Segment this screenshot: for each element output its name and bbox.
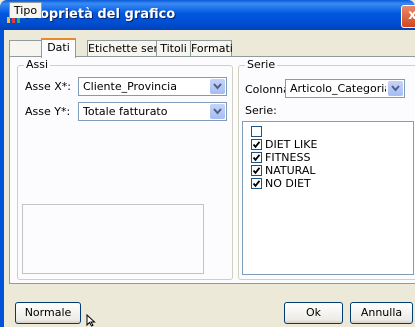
close-button[interactable]: x [401, 5, 415, 28]
serie-list[interactable]: DIET LIKE FITNESS NATURAL NO DIET [242, 121, 414, 275]
mouse-pointer-icon [86, 314, 96, 327]
chevron-down-icon[interactable] [388, 81, 403, 96]
checkbox-checked[interactable] [251, 178, 262, 189]
chevron-down-icon[interactable] [210, 104, 225, 119]
preview-box [22, 204, 204, 274]
title-bar[interactable]: Proprietà del grafico x [0, 0, 415, 30]
tab-tipo-face [9, 40, 42, 56]
assi-legend: Assi [24, 58, 51, 71]
annulla-button[interactable]: Annulla [350, 302, 413, 324]
asse-y-select[interactable]: Totale fatturato [78, 102, 227, 121]
window-title: Proprietà del grafico [24, 7, 176, 22]
chart-properties-dialog: Proprietà del grafico x Tipo Dati Etiche… [0, 0, 415, 327]
checkbox-checked[interactable] [251, 152, 262, 163]
asse-x-value: Cliente_Provincia [83, 80, 177, 93]
colonna-value: Articolo_Categoria statis [290, 82, 386, 95]
checkbox[interactable] [251, 126, 262, 137]
checkbox-checked[interactable] [251, 165, 262, 176]
asse-y-label: Asse Y*: [25, 105, 71, 118]
checkbox-checked[interactable] [251, 139, 262, 150]
colonna-select[interactable]: Articolo_Categoria statis [285, 79, 405, 98]
tab-dati[interactable]: Dati [41, 38, 76, 58]
asse-x-select[interactable]: Cliente_Provincia [78, 77, 227, 96]
tab-etichette-serie[interactable]: Etichette serie [87, 40, 168, 56]
tab-tipo[interactable]: Tipo [9, 2, 42, 18]
tab-titoli[interactable]: Titoli [156, 40, 191, 56]
tab-formati[interactable]: Formati [190, 40, 233, 56]
chevron-down-icon[interactable] [210, 79, 225, 94]
asse-y-value: Totale fatturato [83, 105, 168, 118]
asse-x-label: Asse X*: [25, 80, 71, 93]
normale-button[interactable]: Normale [15, 302, 81, 324]
ok-button[interactable]: Ok [284, 302, 343, 324]
serie-list-label: Serie: [245, 104, 277, 117]
serie-legend: Serie [245, 58, 278, 71]
window-frame [0, 30, 4, 327]
